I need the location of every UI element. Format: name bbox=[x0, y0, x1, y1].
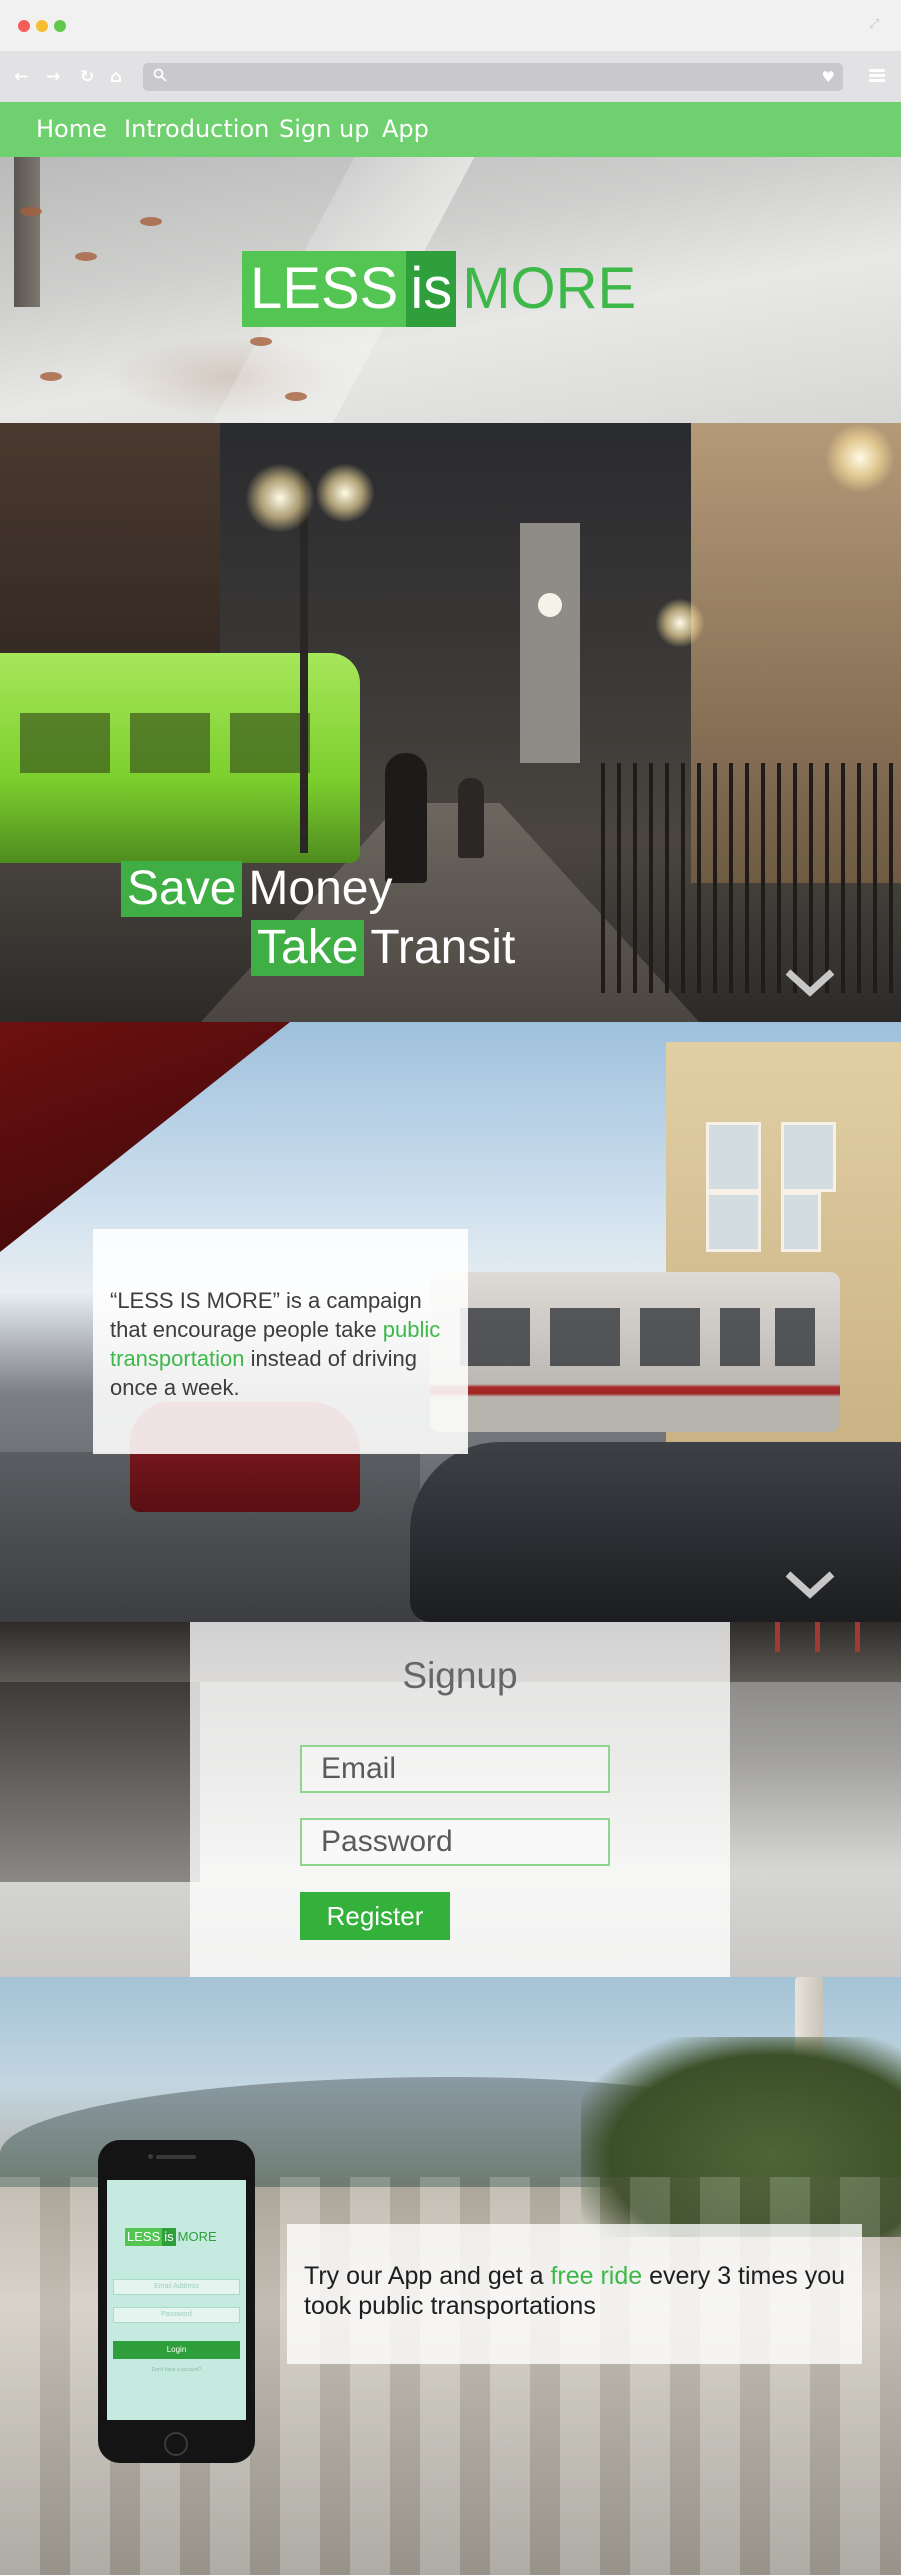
campaign-info-card: “LESS IS MORE” is a campaign that encour… bbox=[93, 1229, 468, 1454]
home-icon[interactable]: ⌂ bbox=[110, 66, 122, 88]
train-window bbox=[460, 1308, 530, 1366]
promo-text-start: Try our App and get a bbox=[304, 2262, 551, 2290]
bus-window bbox=[20, 713, 110, 773]
chevron-down-icon[interactable] bbox=[784, 1570, 836, 1600]
background-lamp-pole bbox=[300, 473, 308, 853]
logo-is-text: is bbox=[406, 251, 457, 327]
house-window bbox=[781, 1192, 821, 1252]
background-fence bbox=[601, 763, 901, 993]
background-muni-train bbox=[430, 1272, 840, 1432]
campaign-text-start: “LESS IS MORE” is a campaign that encour… bbox=[110, 1288, 422, 1342]
app-promo-card: Try our App and get a free ride every 3 … bbox=[287, 2224, 862, 2364]
chevron-down-icon[interactable] bbox=[784, 968, 836, 998]
phone-mockup: LESS is MORE Email Address Password Logi… bbox=[98, 2140, 255, 2463]
search-icon bbox=[153, 68, 167, 82]
bus-window bbox=[230, 713, 310, 773]
lamp-glow bbox=[655, 598, 705, 648]
train-window bbox=[640, 1308, 700, 1366]
slogan-take: Take bbox=[251, 920, 365, 976]
promo-highlight: free ride bbox=[550, 2262, 643, 2290]
leaf-decoration bbox=[250, 337, 272, 346]
background-clock-tower bbox=[520, 523, 580, 763]
hero-section: LESS is MORE bbox=[0, 157, 901, 423]
phone-camera bbox=[148, 2154, 153, 2159]
heart-icon[interactable]: ♥ bbox=[822, 67, 835, 87]
nav-home-link[interactable]: Home bbox=[36, 115, 107, 143]
leaf-decoration bbox=[20, 207, 42, 216]
app-signup-link[interactable]: Don't have a account? bbox=[107, 2367, 246, 2373]
background-pole bbox=[775, 1622, 780, 1652]
browser-toolbar: ← → ↻ ⌂ ♥ bbox=[0, 52, 901, 102]
house-window bbox=[781, 1122, 836, 1192]
campaign-description: “LESS IS MORE” is a campaign that encour… bbox=[110, 1286, 460, 1402]
signup-form: Signup Register bbox=[190, 1622, 730, 1977]
nav-signup-link[interactable]: Sign up bbox=[279, 115, 369, 143]
app-logo: LESS is MORE bbox=[125, 2228, 217, 2246]
app-password-field[interactable]: Password bbox=[113, 2307, 240, 2323]
leaf-decoration bbox=[140, 217, 162, 226]
maximize-window-button[interactable] bbox=[54, 20, 66, 32]
phone-home-button bbox=[164, 2432, 188, 2456]
app-email-field[interactable]: Email Address bbox=[113, 2279, 240, 2295]
app-logo-more: MORE bbox=[177, 2229, 217, 2244]
train-window bbox=[775, 1308, 815, 1366]
signup-section: Signup Register bbox=[0, 1622, 901, 1977]
expand-icon[interactable]: ⤢ bbox=[869, 18, 883, 32]
slogan-transit: Transit bbox=[370, 921, 516, 974]
logo-more-text: MORE bbox=[462, 256, 637, 321]
minimize-window-button[interactable] bbox=[36, 20, 48, 32]
close-window-button[interactable] bbox=[18, 20, 30, 32]
back-arrow-icon[interactable]: ← bbox=[14, 66, 28, 88]
forward-arrow-icon[interactable]: → bbox=[46, 66, 60, 88]
phone-screen: LESS is MORE Email Address Password Logi… bbox=[107, 2180, 246, 2420]
background-pole bbox=[815, 1622, 820, 1652]
lamp-glow bbox=[245, 463, 315, 533]
bus-window bbox=[130, 713, 210, 773]
phone-speaker bbox=[156, 2155, 196, 2159]
nav-app-link[interactable]: App bbox=[382, 115, 429, 143]
slogan-section: Save Money Take Transit bbox=[0, 423, 901, 1022]
train-window bbox=[720, 1308, 760, 1366]
slogan-save: Save bbox=[121, 861, 243, 917]
nav-introduction-link[interactable]: Introduction bbox=[124, 115, 269, 143]
app-logo-less: LESS bbox=[125, 2228, 163, 2246]
app-promo-text: Try our App and get a free ride every 3 … bbox=[304, 2261, 859, 2321]
address-bar[interactable]: ♥ bbox=[143, 63, 843, 91]
background-pedestrian bbox=[458, 778, 484, 858]
background-awning bbox=[0, 1022, 290, 1252]
leaf-decoration bbox=[75, 252, 97, 261]
register-button[interactable]: Register bbox=[300, 1892, 450, 1940]
slogan-money: Money bbox=[248, 862, 393, 915]
campaign-section: “LESS IS MORE” is a campaign that encour… bbox=[0, 1022, 901, 1622]
lamp-glow bbox=[315, 463, 375, 523]
leaf-decoration bbox=[40, 372, 62, 381]
house-window bbox=[706, 1122, 761, 1192]
reload-icon[interactable]: ↻ bbox=[80, 66, 94, 88]
hero-background-post bbox=[14, 157, 40, 307]
site-logo: LESS is MORE bbox=[242, 251, 636, 327]
train-window bbox=[550, 1308, 620, 1366]
background-pole bbox=[855, 1622, 860, 1652]
logo-less-text: LESS bbox=[242, 251, 407, 327]
lamp-glow bbox=[825, 423, 895, 493]
password-field[interactable] bbox=[300, 1818, 610, 1866]
house-window bbox=[706, 1192, 761, 1252]
slogan-line-1: Save Money bbox=[121, 861, 392, 917]
signup-title: Signup bbox=[402, 1655, 518, 1696]
email-field[interactable] bbox=[300, 1745, 610, 1793]
leaf-decoration bbox=[285, 392, 307, 401]
app-logo-is: is bbox=[162, 2228, 176, 2246]
site-navigation: Home Introduction Sign up App bbox=[0, 102, 901, 157]
app-login-button[interactable]: Login bbox=[113, 2341, 240, 2359]
hamburger-menu-icon[interactable] bbox=[869, 69, 885, 83]
slogan-line-2: Take Transit bbox=[251, 920, 515, 976]
clock-face bbox=[538, 593, 562, 617]
background-water bbox=[0, 1682, 200, 1882]
browser-title-bar: ⤢ bbox=[0, 0, 901, 52]
app-section: LESS is MORE Email Address Password Logi… bbox=[0, 1977, 901, 2575]
